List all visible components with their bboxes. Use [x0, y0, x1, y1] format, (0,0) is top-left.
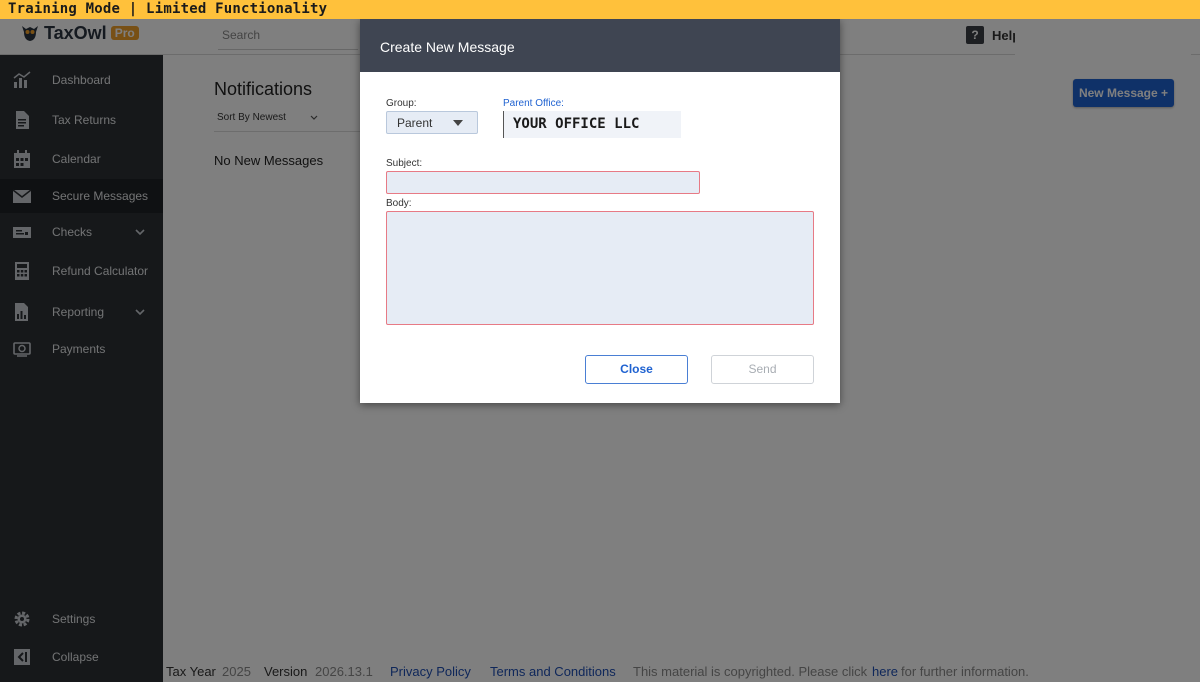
group-select[interactable]: Parent: [386, 111, 478, 134]
body-textarea[interactable]: [386, 211, 814, 325]
subject-label: Subject:: [386, 158, 423, 169]
group-select-value: Parent: [397, 116, 433, 130]
subject-input[interactable]: [386, 171, 700, 194]
modal-overlay[interactable]: Create New Message Group: Parent Parent …: [0, 19, 1200, 682]
parent-office-value: YOUR OFFICE LLC: [513, 116, 640, 132]
create-message-dialog: Create New Message Group: Parent Parent …: [360, 19, 840, 403]
parent-office-field: YOUR OFFICE LLC: [503, 111, 681, 138]
dialog-title: Create New Message: [380, 39, 515, 55]
dialog-header: Create New Message: [360, 19, 840, 72]
close-button[interactable]: Close: [585, 355, 688, 384]
training-mode-text: Training Mode | Limited Functionality: [8, 1, 328, 17]
parent-office-label: Parent Office:: [503, 98, 564, 109]
body-label: Body:: [386, 198, 412, 209]
group-label: Group:: [386, 98, 417, 109]
caret-down-icon: [453, 120, 463, 126]
training-mode-banner: Training Mode | Limited Functionality: [0, 0, 1200, 19]
send-button[interactable]: Send: [711, 355, 814, 384]
